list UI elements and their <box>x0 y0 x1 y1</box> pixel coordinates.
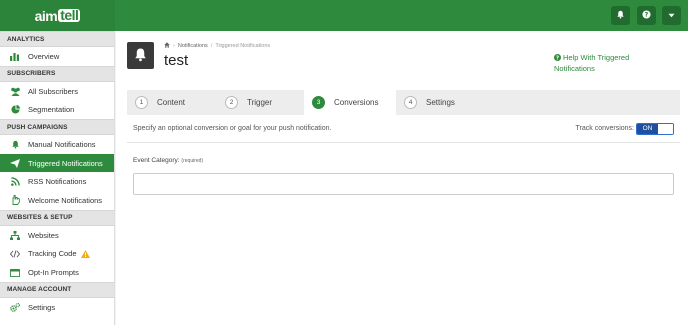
code-icon <box>9 249 21 259</box>
dropdown-caret-icon <box>668 11 675 20</box>
sidebar-item-manual-notifications[interactable]: Manual Notifications <box>0 135 114 154</box>
logo-text: aim <box>34 7 58 24</box>
tab-trigger[interactable]: 2 Trigger <box>217 90 304 115</box>
tab-label: Settings <box>426 98 455 107</box>
sidebar-item-label: Welcome Notifications <box>28 195 103 205</box>
sidebar-section-push-campaigns: PUSH CAMPAIGNS <box>0 119 114 136</box>
sidebar-item-tracking-code[interactable]: Tracking Code <box>0 245 114 264</box>
tab-number: 1 <box>135 96 148 109</box>
sidebar-item-overview[interactable]: Overview <box>0 47 114 66</box>
overview-icon <box>9 51 21 61</box>
breadcrumb-triggered-notifications: Triggered Notifications <box>215 43 271 49</box>
page-title: test <box>164 52 189 69</box>
tab-number: 2 <box>225 96 238 109</box>
breadcrumb: › Notifications / Triggered Notification… <box>164 42 270 50</box>
sidebar-item-label: All Subscribers <box>28 86 79 96</box>
breadcrumb-separator: › <box>173 43 175 49</box>
sidebar-item-websites[interactable]: Websites <box>0 226 114 245</box>
notifications-button[interactable] <box>611 6 630 25</box>
breadcrumb-notifications[interactable]: Notifications <box>178 43 208 49</box>
wizard-tabs: 1 Content 2 Trigger 3 Conversions 4 Sett… <box>127 90 680 115</box>
tab-label: Conversions <box>334 98 379 107</box>
home-icon[interactable] <box>164 42 170 50</box>
sidebar-section-analytics: ANALYTICS <box>0 31 114 47</box>
bell-icon <box>9 139 21 149</box>
sidebar-item-rss-notifications[interactable]: RSS Notifications <box>0 172 114 191</box>
sidebar-item-opt-in-prompts[interactable]: Opt-In Prompts <box>0 263 114 282</box>
help-link[interactable]: ? Help With Triggered Notifications <box>554 53 664 74</box>
cogs-icon <box>9 302 21 312</box>
sidebar-item-welcome-notifications[interactable]: Welcome Notifications <box>0 191 114 210</box>
help-icon: ? <box>642 10 651 21</box>
sidebar-item-triggered-notifications[interactable]: Triggered Notifications <box>0 153 114 173</box>
aimtell-logo: aim tell <box>35 8 81 24</box>
send-icon <box>9 158 21 168</box>
event-category-label: Event Category: (required) <box>133 157 203 164</box>
sidebar-item-all-subscribers[interactable]: All Subscribers <box>0 82 114 101</box>
sidebar-item-label: Settings <box>28 302 56 312</box>
tab-content[interactable]: 1 Content <box>127 90 217 115</box>
sidebar-item-label: Opt-In Prompts <box>28 268 79 278</box>
users-icon <box>9 86 21 96</box>
breadcrumb-separator: / <box>210 43 213 49</box>
required-note: (required) <box>181 158 204 164</box>
sidebar-item-settings[interactable]: Settings <box>0 298 114 317</box>
page-icon <box>127 42 154 69</box>
window-icon <box>9 268 21 278</box>
sidebar-item-label: RSS Notifications <box>28 177 87 187</box>
svg-text:?: ? <box>645 12 649 19</box>
tab-label: Content <box>157 98 186 107</box>
sidebar: ANALYTICS Overview SUBSCRIBERS All Subsc… <box>0 31 115 325</box>
help-circle-icon: ? <box>554 54 561 64</box>
bell-icon <box>616 10 625 21</box>
sitemap-icon <box>9 230 21 240</box>
track-conversions-label: Track conversions: <box>575 125 634 132</box>
top-bar: aim tell ? <box>0 0 688 31</box>
tab-number: 4 <box>404 96 417 109</box>
account-dropdown-button[interactable] <box>662 6 681 25</box>
sidebar-section-subscribers: SUBSCRIBERS <box>0 65 114 82</box>
warning-icon <box>80 249 90 258</box>
bell-icon <box>133 47 148 64</box>
tab-number: 3 <box>312 96 325 109</box>
pie-icon <box>9 105 21 115</box>
conversions-description: Specify an optional conversion or goal f… <box>133 125 332 132</box>
sidebar-item-label: Overview <box>28 51 60 61</box>
logo-area[interactable]: aim tell <box>0 0 115 31</box>
sidebar-section-websites-setup: WEBSITES & SETUP <box>0 209 114 226</box>
sidebar-section-manage-account: MANAGE ACCOUNT <box>0 281 114 298</box>
toggle-on-label: ON <box>637 123 658 134</box>
hand-icon <box>9 195 21 206</box>
sidebar-item-label: Websites <box>28 230 59 240</box>
sidebar-item-segmentation[interactable]: Segmentation <box>0 100 114 119</box>
event-category-input[interactable] <box>133 173 674 195</box>
sidebar-item-label: Triggered Notifications <box>28 158 103 168</box>
track-conversions-toggle[interactable]: ON <box>636 122 674 135</box>
track-conversions: Track conversions: ON <box>575 122 674 135</box>
event-category-label-text: Event Category: <box>133 157 180 164</box>
rss-icon <box>9 177 21 187</box>
tab-conversions[interactable]: 3 Conversions <box>304 90 396 115</box>
sidebar-item-label: Manual Notifications <box>28 139 96 149</box>
conversions-description-row: Specify an optional conversion or goal f… <box>127 115 680 143</box>
main-content: › Notifications / Triggered Notification… <box>116 31 688 325</box>
help-button[interactable]: ? <box>637 6 656 25</box>
tab-label: Trigger <box>247 98 273 107</box>
tab-settings[interactable]: 4 Settings <box>396 90 486 115</box>
logo-box-text: tell <box>58 7 81 23</box>
toggle-handle <box>658 123 673 134</box>
sidebar-item-label: Tracking Code <box>28 249 77 259</box>
svg-text:?: ? <box>556 56 559 61</box>
help-link-text: Help With Triggered Notifications <box>554 53 630 73</box>
sidebar-item-label: Segmentation <box>28 105 75 115</box>
